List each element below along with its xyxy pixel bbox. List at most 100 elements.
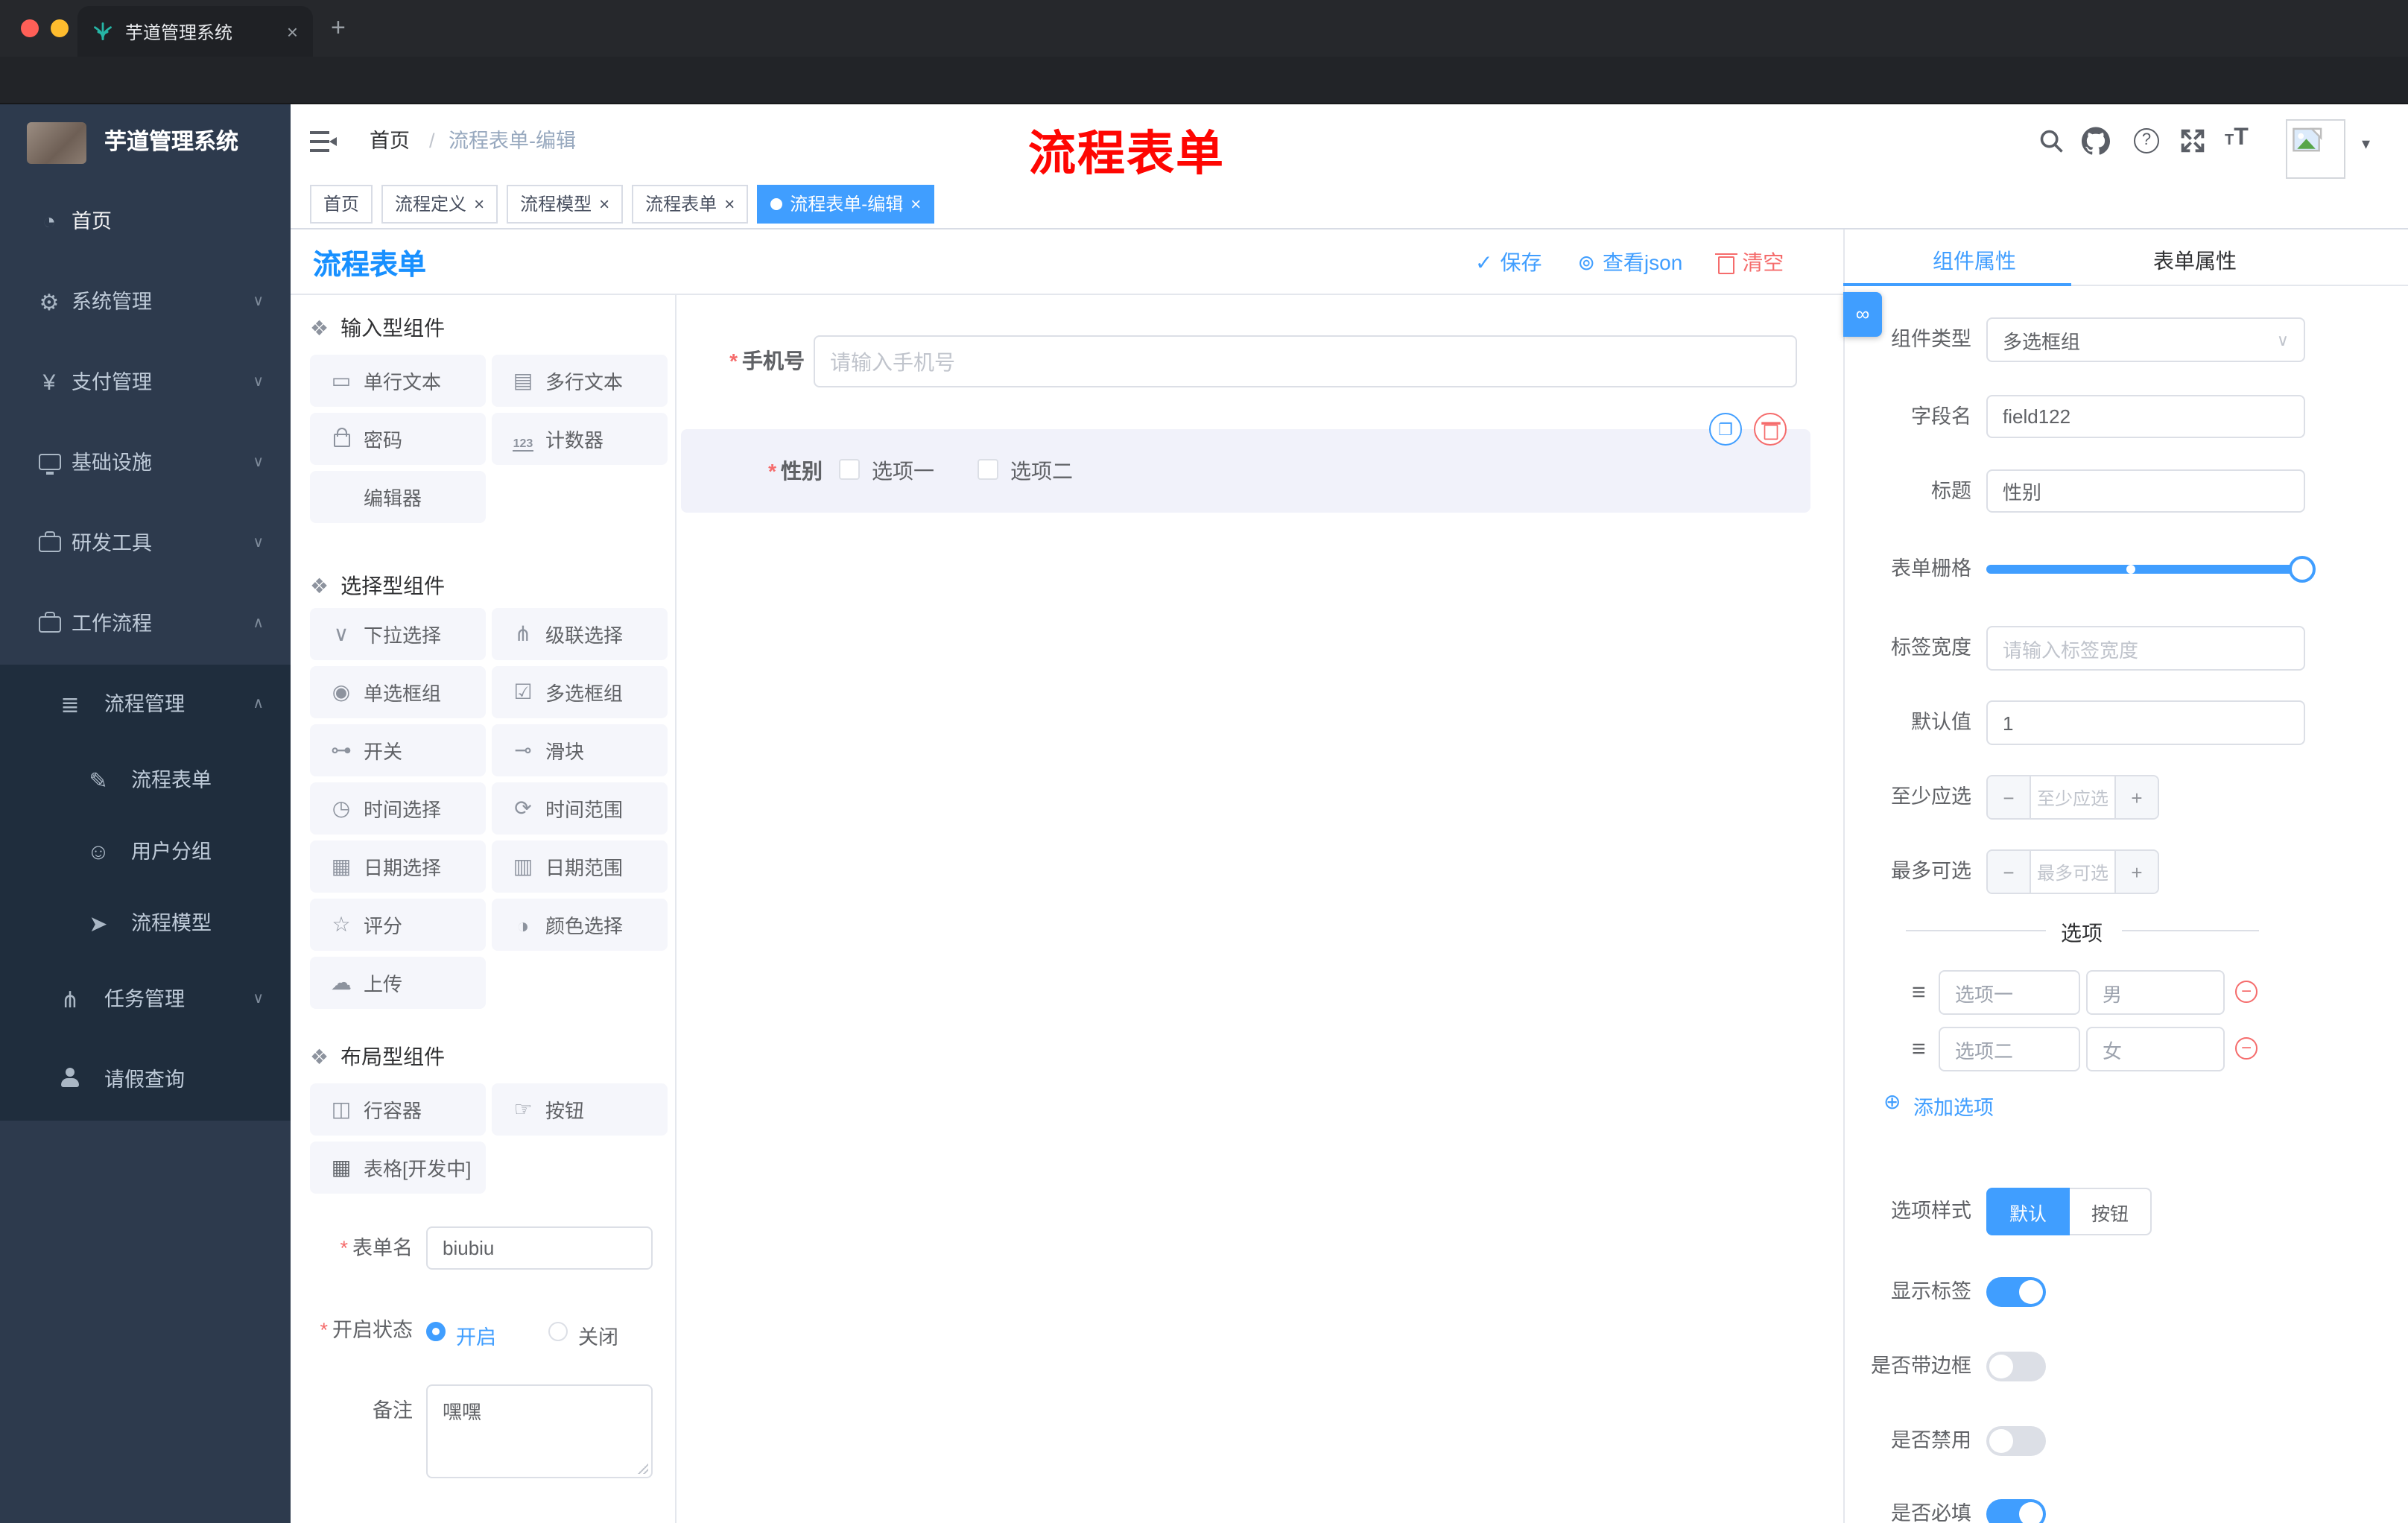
add-option-link[interactable]: 添加选项 xyxy=(1913,1091,1994,1121)
gender-option-1-label[interactable]: 选项一 xyxy=(872,456,934,486)
new-tab-button[interactable]: + xyxy=(331,13,346,43)
clear-button[interactable]: 清空 xyxy=(1715,247,1784,277)
browser-tab[interactable]: 芋道管理系统 × xyxy=(77,6,313,57)
radio-off[interactable] xyxy=(548,1322,568,1341)
plus-button[interactable]: + xyxy=(2116,851,2158,893)
close-icon[interactable]: × xyxy=(910,194,921,212)
search-icon[interactable] xyxy=(2038,128,2065,155)
chip-time-picker[interactable]: ◷ 时间选择 xyxy=(310,782,486,835)
sidebar-item-leave-query[interactable]: 请假查询 xyxy=(0,1040,291,1121)
sidebar-item-process-management[interactable]: ≣ 流程管理 ∧ xyxy=(0,665,291,745)
copy-field-button[interactable]: ❐ xyxy=(1709,413,1742,446)
sidebar-item-task-management[interactable]: ⋔ 任务管理 ∨ xyxy=(0,960,291,1040)
sidebar-item-home[interactable]: ◔ 首页 xyxy=(0,182,291,262)
border-toggle[interactable] xyxy=(1986,1352,2046,1381)
option-1-value-input[interactable]: 男 xyxy=(2086,970,2225,1015)
radio-on[interactable] xyxy=(426,1322,446,1341)
option-2-value-input[interactable]: 女 xyxy=(2086,1027,2225,1071)
style-default-button[interactable]: 默认 xyxy=(1986,1188,2070,1235)
sidebar-item-devtools[interactable]: 研发工具 ∨ xyxy=(0,504,291,584)
tag-process-definition[interactable]: 流程定义 × xyxy=(381,184,498,223)
minimize-window-button[interactable] xyxy=(51,19,69,37)
chip-row-container[interactable]: ◫ 行容器 xyxy=(310,1083,486,1136)
label-width-input[interactable]: 请输入标签宽度 xyxy=(1986,626,2305,671)
radio-on-label[interactable]: 开启 xyxy=(456,1320,496,1350)
tag-home[interactable]: 首页 xyxy=(310,184,373,223)
disabled-toggle[interactable] xyxy=(1986,1426,2046,1456)
chip-date-range[interactable]: ▥ 日期范围 xyxy=(492,840,668,893)
chip-time-range[interactable]: ⟳ 时间范围 xyxy=(492,782,668,835)
chip-upload[interactable]: ☁ 上传 xyxy=(310,957,486,1009)
option-1-name-input[interactable]: 选项一 xyxy=(1939,970,2080,1015)
close-icon[interactable]: × xyxy=(474,194,484,212)
remove-option-2-button[interactable]: − xyxy=(2235,1037,2258,1060)
min-select-stepper[interactable]: − 至少应选 + xyxy=(1986,775,2159,820)
tab-component-props[interactable]: 组件属性 xyxy=(1870,246,2079,276)
drag-handle-icon[interactable]: ≡ xyxy=(1912,1037,1926,1064)
sidebar-item-process-model[interactable]: ➤ 流程模型 xyxy=(0,888,291,960)
phone-field-input[interactable]: 请输入手机号 xyxy=(814,335,1797,387)
chip-date-picker[interactable]: ▦ 日期选择 xyxy=(310,840,486,893)
minus-button[interactable]: − xyxy=(1988,851,2030,893)
avatar[interactable] xyxy=(2286,119,2345,179)
chip-table[interactable]: ▦ 表格[开发中] xyxy=(310,1142,486,1194)
save-button[interactable]: ✓ 保存 xyxy=(1475,247,1542,277)
sidebar-item-payment[interactable]: ¥ 支付管理 ∨ xyxy=(0,343,291,423)
show-label-toggle[interactable] xyxy=(1986,1277,2046,1307)
tag-process-form-edit[interactable]: 流程表单-编辑 × xyxy=(757,184,935,223)
gender-checkbox-2[interactable] xyxy=(978,459,998,480)
tab-close-icon[interactable]: × xyxy=(287,20,298,42)
drag-handle-icon[interactable]: ≡ xyxy=(1912,981,1926,1007)
grid-slider-track[interactable] xyxy=(1986,565,2302,574)
sidebar-item-infrastructure[interactable]: 基础设施 ∨ xyxy=(0,423,291,504)
default-value-input[interactable]: 1 xyxy=(1986,700,2305,745)
field-name-input[interactable]: field122 xyxy=(1986,395,2305,438)
chip-radio-group[interactable]: ◉ 单选框组 xyxy=(310,666,486,718)
chip-cascade-select[interactable]: ⋔ 级联选择 xyxy=(492,608,668,660)
gender-option-2-label[interactable]: 选项二 xyxy=(1010,456,1073,486)
chip-color-picker[interactable]: ◑ 颜色选择 xyxy=(492,899,668,951)
minus-button[interactable]: − xyxy=(1988,776,2030,818)
hamburger-icon[interactable] xyxy=(310,131,337,152)
max-select-stepper[interactable]: − 最多可选 + xyxy=(1986,849,2159,894)
component-type-select[interactable]: 多选框组 ∨ xyxy=(1986,317,2305,362)
required-toggle[interactable] xyxy=(1986,1499,2046,1523)
plus-circle-icon[interactable]: ⊕ xyxy=(1883,1089,1901,1115)
chip-dropdown-select[interactable]: ∨ 下拉选择 xyxy=(310,608,486,660)
remove-option-1-button[interactable]: − xyxy=(2235,981,2258,1003)
chip-slider[interactable]: ⊸ 滑块 xyxy=(492,724,668,776)
chip-switch[interactable]: ⊶ 开关 xyxy=(310,724,486,776)
form-name-input[interactable]: biubiu xyxy=(426,1226,653,1270)
tab-form-props[interactable]: 表单属性 xyxy=(2091,246,2299,276)
chip-single-line-text[interactable]: ▭ 单行文本 xyxy=(310,355,486,407)
help-icon[interactable]: ? xyxy=(2134,128,2159,153)
sidebar-item-process-form[interactable]: ✎ 流程表单 xyxy=(0,745,291,817)
plus-button[interactable]: + xyxy=(2116,776,2158,818)
chip-rating[interactable]: ☆ 评分 xyxy=(310,899,486,951)
title-input[interactable]: 性别 xyxy=(1986,469,2305,513)
close-icon[interactable]: × xyxy=(599,194,609,212)
chip-counter[interactable]: 123 计数器 xyxy=(492,413,668,465)
remark-textarea[interactable]: 嘿嘿 xyxy=(426,1384,653,1478)
chip-editor[interactable]: 编辑器 xyxy=(310,471,486,523)
breadcrumb-home[interactable]: 首页 xyxy=(370,104,410,179)
radio-off-label[interactable]: 关闭 xyxy=(578,1320,618,1350)
option-2-name-input[interactable]: 选项二 xyxy=(1939,1027,2080,1071)
fullscreen-icon[interactable] xyxy=(2180,128,2205,153)
chip-button[interactable]: ☞ 按钮 xyxy=(492,1083,668,1136)
gender-checkbox-1[interactable] xyxy=(839,459,860,480)
chip-password[interactable]: 密码 xyxy=(310,413,486,465)
github-icon[interactable] xyxy=(2082,127,2110,155)
close-icon[interactable]: × xyxy=(724,194,735,212)
grid-slider-handle[interactable] xyxy=(2289,556,2316,583)
chip-multi-line-text[interactable]: ▤ 多行文本 xyxy=(492,355,668,407)
sidebar-item-system[interactable]: ⚙ 系统管理 ∨ xyxy=(0,262,291,343)
font-size-icon[interactable]: TT xyxy=(2225,125,2249,152)
tag-process-form[interactable]: 流程表单 × xyxy=(632,184,749,223)
close-window-button[interactable] xyxy=(21,19,39,37)
sidebar-item-workflow[interactable]: 工作流程 ∧ xyxy=(0,584,291,665)
avatar-caret-icon[interactable]: ▾ xyxy=(2362,134,2370,153)
style-button-button[interactable]: 按钮 xyxy=(2070,1188,2152,1235)
tag-process-model[interactable]: 流程模型 × xyxy=(507,184,624,223)
sidebar-item-user-group[interactable]: ☺ 用户分组 xyxy=(0,817,291,888)
